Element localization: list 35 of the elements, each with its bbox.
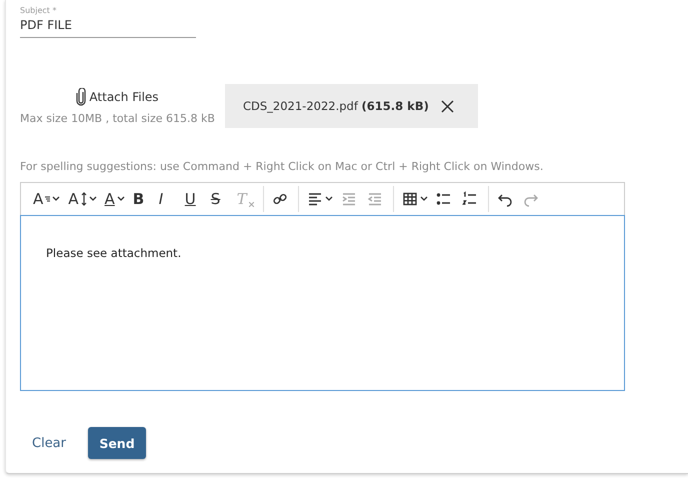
- attachment-name: CDS_2021-2022.pdf (615.8 kB): [242, 99, 429, 113]
- caret-icon: [88, 196, 97, 202]
- spelling-hint: For spelling suggestions: use Command + Right Click on Mac or Ctrl + Right Click on Windows.: [20, 160, 544, 173]
- caret-icon: [324, 196, 333, 202]
- up-down-arrow-icon: [80, 192, 87, 206]
- message-text: Please see attachment.: [46, 246, 182, 260]
- attach-files-button[interactable]: Attach Files: [76, 88, 159, 106]
- close-icon[interactable]: [440, 100, 454, 112]
- field-value: PDF FILE: [20, 18, 73, 32]
- field-label: Subject *: [20, 6, 58, 15]
- text-color-button[interactable]: A: [102, 187, 128, 211]
- italic-button[interactable]: I: [156, 187, 180, 211]
- font-size-button[interactable]: A: [65, 187, 100, 211]
- strike-button[interactable]: S: [208, 187, 232, 211]
- caret-icon: [52, 196, 60, 202]
- caret-icon: [116, 196, 125, 202]
- message-editor[interactable]: Please see attachment.: [20, 215, 625, 391]
- subject-field[interactable]: Subject * PDF FILE: [20, 6, 196, 38]
- send-button[interactable]: Send: [88, 427, 146, 459]
- caret-icon: [420, 196, 428, 202]
- numbered-list-icon: [462, 191, 478, 207]
- bold-button[interactable]: B: [130, 187, 154, 211]
- size-limit-text: Max size 10MB , total size 615.8 kB: [20, 112, 215, 125]
- outdent-icon: [366, 191, 383, 207]
- link-icon: [272, 191, 288, 207]
- small-x-icon: [248, 202, 254, 207]
- clear-button[interactable]: Clear: [32, 436, 66, 450]
- align-left-icon: [306, 191, 323, 207]
- bullet-list-icon: [436, 191, 452, 207]
- underline-button[interactable]: U: [182, 187, 206, 211]
- paperclip-icon: [76, 88, 86, 106]
- font-family-button[interactable]: A: [30, 187, 64, 211]
- table-icon: [402, 191, 418, 207]
- lines-icon: [45, 196, 50, 202]
- indent-icon: [340, 191, 357, 207]
